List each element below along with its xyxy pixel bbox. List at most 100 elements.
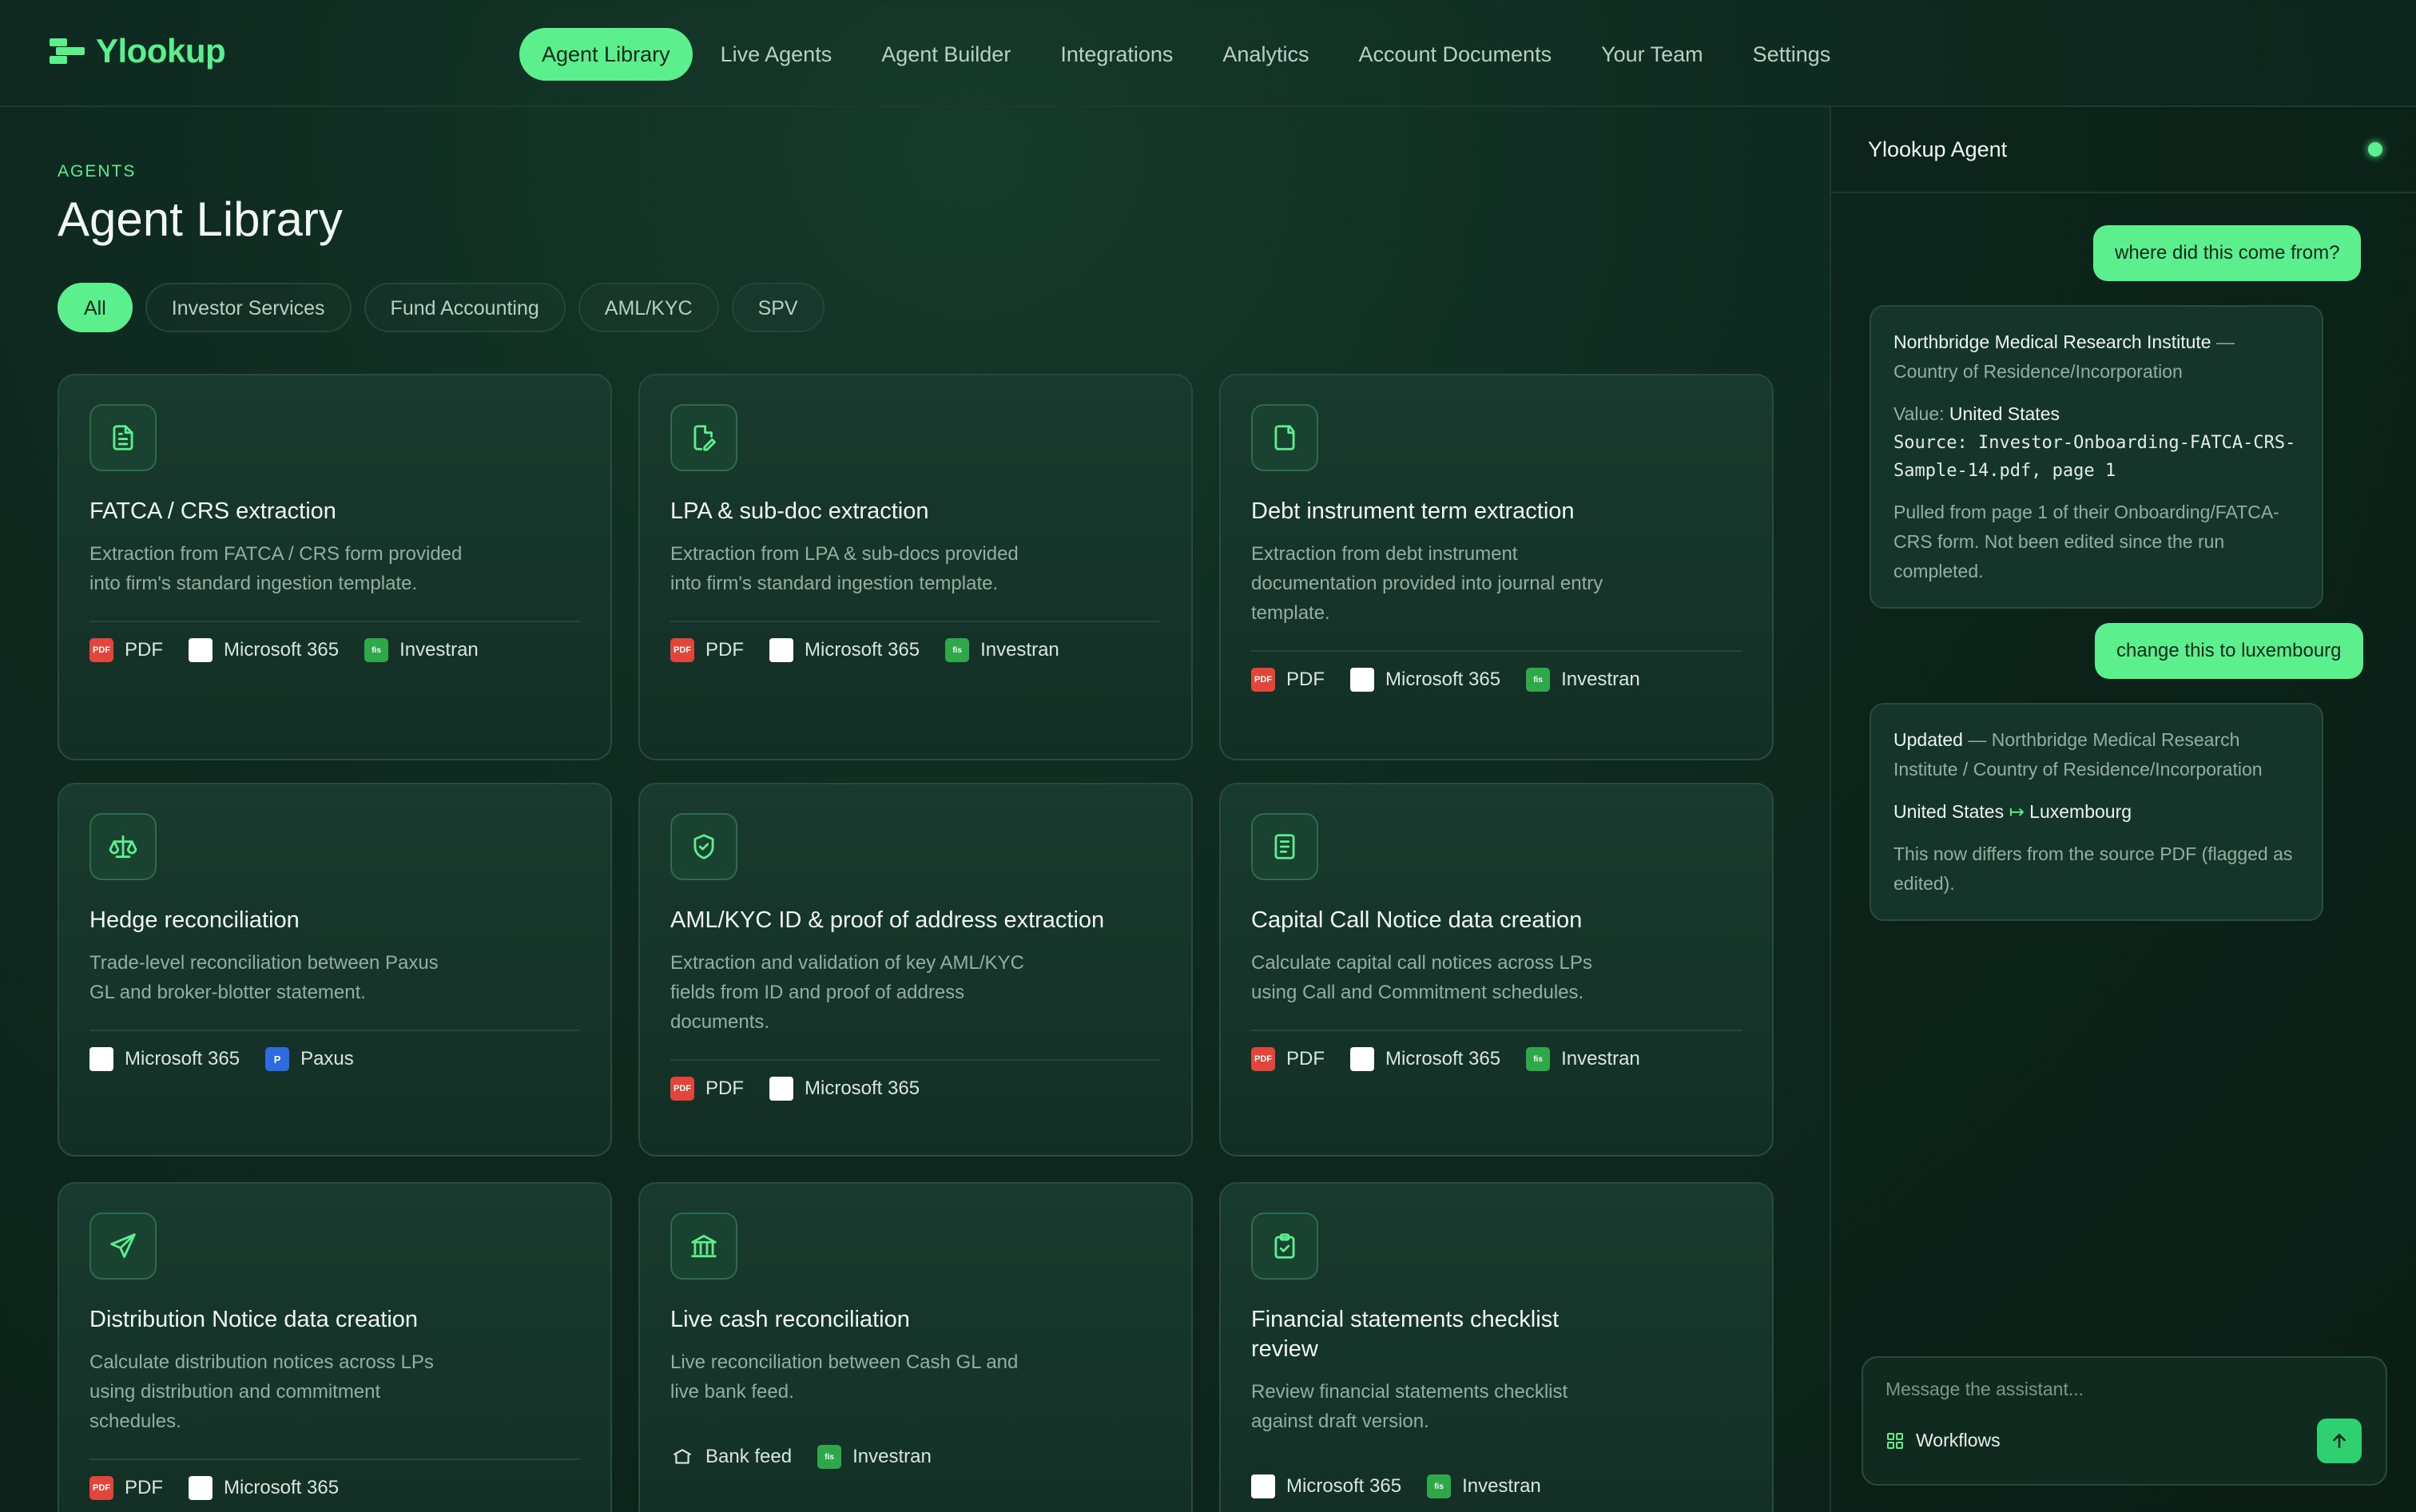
logo-mark-icon: [50, 38, 85, 64]
card-title: AML/KYC ID & proof of address extraction: [670, 907, 1105, 933]
card-divider: [670, 621, 1161, 622]
filter-aml-kyc[interactable]: AML/KYC: [578, 283, 719, 332]
tag-pdf: PDF PDF: [1251, 666, 1325, 693]
agent-card[interactable]: LPA & sub-doc extraction Extraction from…: [638, 374, 1193, 760]
microsoft-365-icon: [1350, 668, 1374, 692]
tag-microsoft-365: Microsoft 365: [1350, 1046, 1500, 1073]
nav-integrations[interactable]: Integrations: [1035, 28, 1198, 81]
microsoft-365-icon: [189, 638, 213, 662]
nav-account-documents[interactable]: Account Documents: [1333, 28, 1576, 81]
integration-tags: PDF PDF Microsoft 365: [670, 1075, 1166, 1102]
microsoft-365-icon: [189, 1476, 213, 1500]
source-note: Pulled from page 1 of their Onboarding/F…: [1893, 502, 2279, 581]
card-title: LPA & sub-doc extraction: [670, 498, 929, 524]
tag-pdf: PDF PDF: [1251, 1046, 1325, 1073]
card-description: Review financial statements checklist ag…: [1251, 1381, 1568, 1432]
top-nav-bar: Ylookup Agent Library Live Agents Agent …: [0, 0, 2416, 107]
filter-chips: All Investor Services Fund Accounting AM…: [58, 283, 825, 332]
edit-note: This now differs from the source PDF (fl…: [1893, 843, 2293, 894]
pdf-icon: PDF: [89, 638, 113, 662]
agent-card[interactable]: FATCA / CRS extraction Extraction from F…: [58, 374, 612, 760]
card-description: Trade-level reconciliation between Paxus…: [89, 952, 439, 1003]
bank-feed-icon: [670, 1445, 694, 1469]
fis-icon: fis: [1427, 1474, 1452, 1498]
nav-live-agents[interactable]: Live Agents: [696, 28, 857, 81]
tag-paxus: P Paxus: [265, 1046, 354, 1073]
card-divider: [89, 621, 580, 622]
panel-title: Ylookup Agent: [1868, 137, 2008, 161]
pdf-icon: PDF: [670, 638, 694, 662]
agent-card[interactable]: Hedge reconciliation Trade-level reconci…: [58, 783, 612, 1157]
assistant-message: Updated — Northbridge Medical Research I…: [1870, 703, 2323, 921]
agent-card[interactable]: Debt instrument term extraction Extracti…: [1219, 374, 1774, 760]
card-divider: [670, 1059, 1161, 1061]
online-status-dot: [2368, 142, 2382, 157]
assistant-message: Northbridge Medical Research Institute —…: [1870, 305, 2323, 609]
arrow-up-icon: [2333, 1434, 2346, 1448]
tag-bank-feed: Bank feed: [670, 1443, 792, 1470]
nav-agent-builder[interactable]: Agent Builder: [856, 28, 1035, 81]
tag-pdf: PDF PDF: [670, 637, 744, 664]
filter-fund-accounting[interactable]: Fund Accounting: [364, 283, 566, 332]
agent-card[interactable]: Live cash reconciliation Live reconcilia…: [638, 1182, 1193, 1512]
tag-microsoft-365: Microsoft 365: [769, 637, 920, 664]
value-change: United States ↦ Luxembourg: [1893, 801, 2132, 822]
nav-settings[interactable]: Settings: [1728, 28, 1856, 81]
card-description: Calculate capital call notices across LP…: [1251, 952, 1592, 1003]
paxus-icon: P: [265, 1047, 290, 1071]
card-description: Extraction from debt instrument document…: [1251, 543, 1603, 624]
source-reference: Source: Investor-Onboarding-FATCA-CRS-Sa…: [1893, 433, 2296, 481]
card-title: Hedge reconciliation: [89, 907, 300, 933]
workflows-button[interactable]: Workflows: [1886, 1430, 2001, 1451]
card-divider: [1251, 1030, 1742, 1031]
integration-tags: PDF PDF Microsoft 365: [89, 1474, 585, 1502]
send-button[interactable]: [2317, 1419, 2362, 1463]
integration-tags: PDF PDF Microsoft 365 fis Investran: [1251, 666, 1746, 693]
card-title: Debt instrument term extraction: [1251, 498, 1575, 524]
pdf-icon: PDF: [1251, 668, 1275, 692]
integration-tags: PDF PDF Microsoft 365 fis Investran: [89, 637, 585, 664]
message-input[interactable]: Message the assistant...: [1886, 1379, 2084, 1400]
fis-icon: fis: [817, 1445, 842, 1469]
arrow-right-icon: ↦: [2009, 801, 2025, 822]
agent-card[interactable]: Capital Call Notice data creation Calcul…: [1219, 783, 1774, 1157]
pdf-icon: PDF: [1251, 1047, 1275, 1071]
card-title: Distribution Notice data creation: [89, 1307, 419, 1332]
tag-investran: fis Investran: [1526, 666, 1640, 693]
nav-analytics[interactable]: Analytics: [1198, 28, 1333, 81]
card-title: FATCA / CRS extraction: [89, 498, 336, 524]
tag-pdf: PDF PDF: [89, 1474, 163, 1502]
tag-investran: fis Investran: [1427, 1473, 1541, 1500]
logo[interactable]: Ylookup: [50, 32, 226, 70]
card-description: Extraction from LPA & sub-docs provided …: [670, 543, 1019, 594]
file-edit-icon: [670, 404, 737, 471]
sticky-note-icon: [1251, 404, 1318, 471]
card-divider: [89, 1030, 580, 1031]
grid-icon: [1887, 1432, 1903, 1449]
main-nav: Agent Library Live Agents Agent Builder …: [519, 28, 1855, 81]
clipboard-check-icon: [1251, 1212, 1318, 1280]
fis-icon: fis: [1526, 668, 1551, 692]
filter-investor-services[interactable]: Investor Services: [145, 283, 352, 332]
section-label: AGENTS: [58, 162, 137, 181]
card-divider: [89, 1458, 580, 1460]
microsoft-365-icon: [769, 638, 793, 662]
nav-your-team[interactable]: Your Team: [1576, 28, 1728, 81]
agent-card[interactable]: Distribution Notice data creation Calcul…: [58, 1182, 612, 1512]
agent-card[interactable]: Financial statements checklist review Re…: [1219, 1182, 1774, 1512]
scale-icon: [89, 813, 157, 880]
tag-investran: fis Investran: [945, 637, 1059, 664]
tag-microsoft-365: Microsoft 365: [769, 1075, 920, 1102]
document-icon: [89, 404, 157, 471]
filter-all[interactable]: All: [58, 283, 133, 332]
pdf-icon: PDF: [89, 1476, 113, 1500]
fis-icon: fis: [945, 638, 970, 662]
user-message: change this to luxembourg: [2095, 623, 2363, 679]
panel-header: Ylookup Agent: [1831, 107, 2416, 193]
agent-card[interactable]: AML/KYC ID & proof of address extraction…: [638, 783, 1193, 1157]
message-composer: Message the assistant... Workflows: [1862, 1356, 2387, 1486]
microsoft-365-icon: [89, 1047, 113, 1071]
filter-spv[interactable]: SPV: [731, 283, 825, 332]
shield-check-icon: [670, 813, 737, 880]
nav-agent-library[interactable]: Agent Library: [519, 28, 693, 81]
